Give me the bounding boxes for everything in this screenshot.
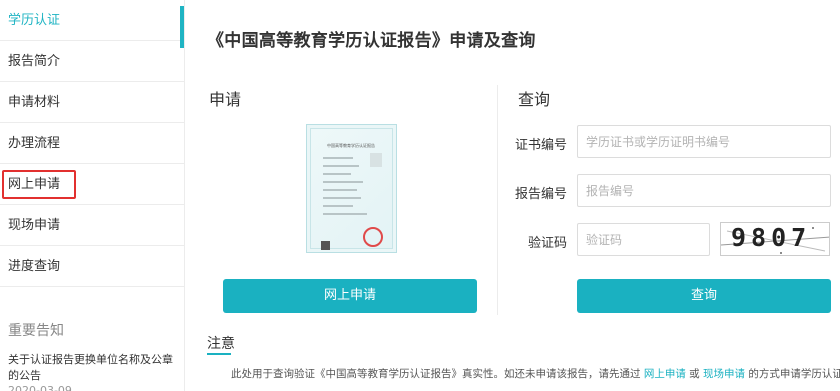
certificate-photo — [370, 153, 382, 167]
sidebar-item-materials[interactable]: 申请材料 — [0, 82, 184, 123]
qr-code-icon — [321, 241, 330, 250]
sidebar: 学历认证 报告简介 申请材料 办理流程 网上申请 现场申请 进度查询 重要告知 … — [0, 0, 185, 391]
captcha-text: 9807 — [731, 223, 812, 252]
sidebar-item-label: 现场申请 — [8, 218, 61, 233]
sidebar-item-report-intro[interactable]: 报告简介 — [0, 41, 184, 82]
captcha-label: 验证码 — [527, 236, 567, 251]
report-number-label: 报告编号 — [514, 187, 567, 202]
sidebar-item-label: 进度查询 — [8, 259, 61, 274]
cert-number-label: 证书编号 — [514, 138, 567, 153]
page-title: 《中国高等教育学历认证报告》申请及查询 — [207, 31, 536, 51]
sidebar-item-progress-query[interactable]: 进度查询 — [0, 246, 184, 287]
online-apply-button[interactable]: 网上申请 — [223, 279, 477, 313]
notes-title: 注意 — [207, 336, 235, 352]
sidebar-item-label: 申请材料 — [8, 95, 61, 110]
certificate-sample-image: 中国高等教育学历认证报告 — [306, 124, 397, 253]
report-number-input[interactable] — [577, 174, 831, 207]
certificate-heading: 中国高等教育学历认证报告 — [327, 143, 375, 148]
online-apply-link[interactable]: 网上申请 — [644, 368, 686, 380]
notes-text: 此处用于查询验证《中国高等教育学历认证报告》真实性。如还未申请该报告，请先通过 … — [231, 368, 840, 380]
sidebar-item-label: 学历认证 — [8, 13, 61, 28]
notes-underline — [207, 353, 231, 355]
sidebar-item-degree-verification[interactable]: 学历认证 — [0, 0, 184, 48]
sidebar-item-label: 办理流程 — [8, 136, 61, 151]
sidebar-item-online-apply[interactable]: 网上申请 — [0, 164, 184, 205]
query-section-title: 查询 — [518, 90, 551, 109]
query-button[interactable]: 查询 — [577, 279, 831, 313]
sidebar-item-process[interactable]: 办理流程 — [0, 123, 184, 164]
seal-icon — [363, 227, 383, 247]
highlight-box — [2, 170, 76, 199]
notice-link[interactable]: 关于认证报告更换单位名称及公章的公告 — [8, 352, 180, 384]
captcha-input[interactable] — [577, 223, 710, 256]
notice-heading: 重要告知 — [8, 323, 64, 339]
sidebar-item-onsite-apply[interactable]: 现场申请 — [0, 205, 184, 246]
sidebar-item-label: 报告简介 — [8, 54, 61, 69]
apply-section-title: 申请 — [209, 90, 242, 109]
cert-number-input[interactable] — [577, 125, 831, 158]
onsite-apply-link[interactable]: 现场申请 — [703, 368, 745, 380]
section-divider — [497, 85, 498, 315]
notice-date: 2020-03-09 — [8, 384, 72, 391]
captcha-image[interactable]: 9807 — [720, 222, 830, 256]
